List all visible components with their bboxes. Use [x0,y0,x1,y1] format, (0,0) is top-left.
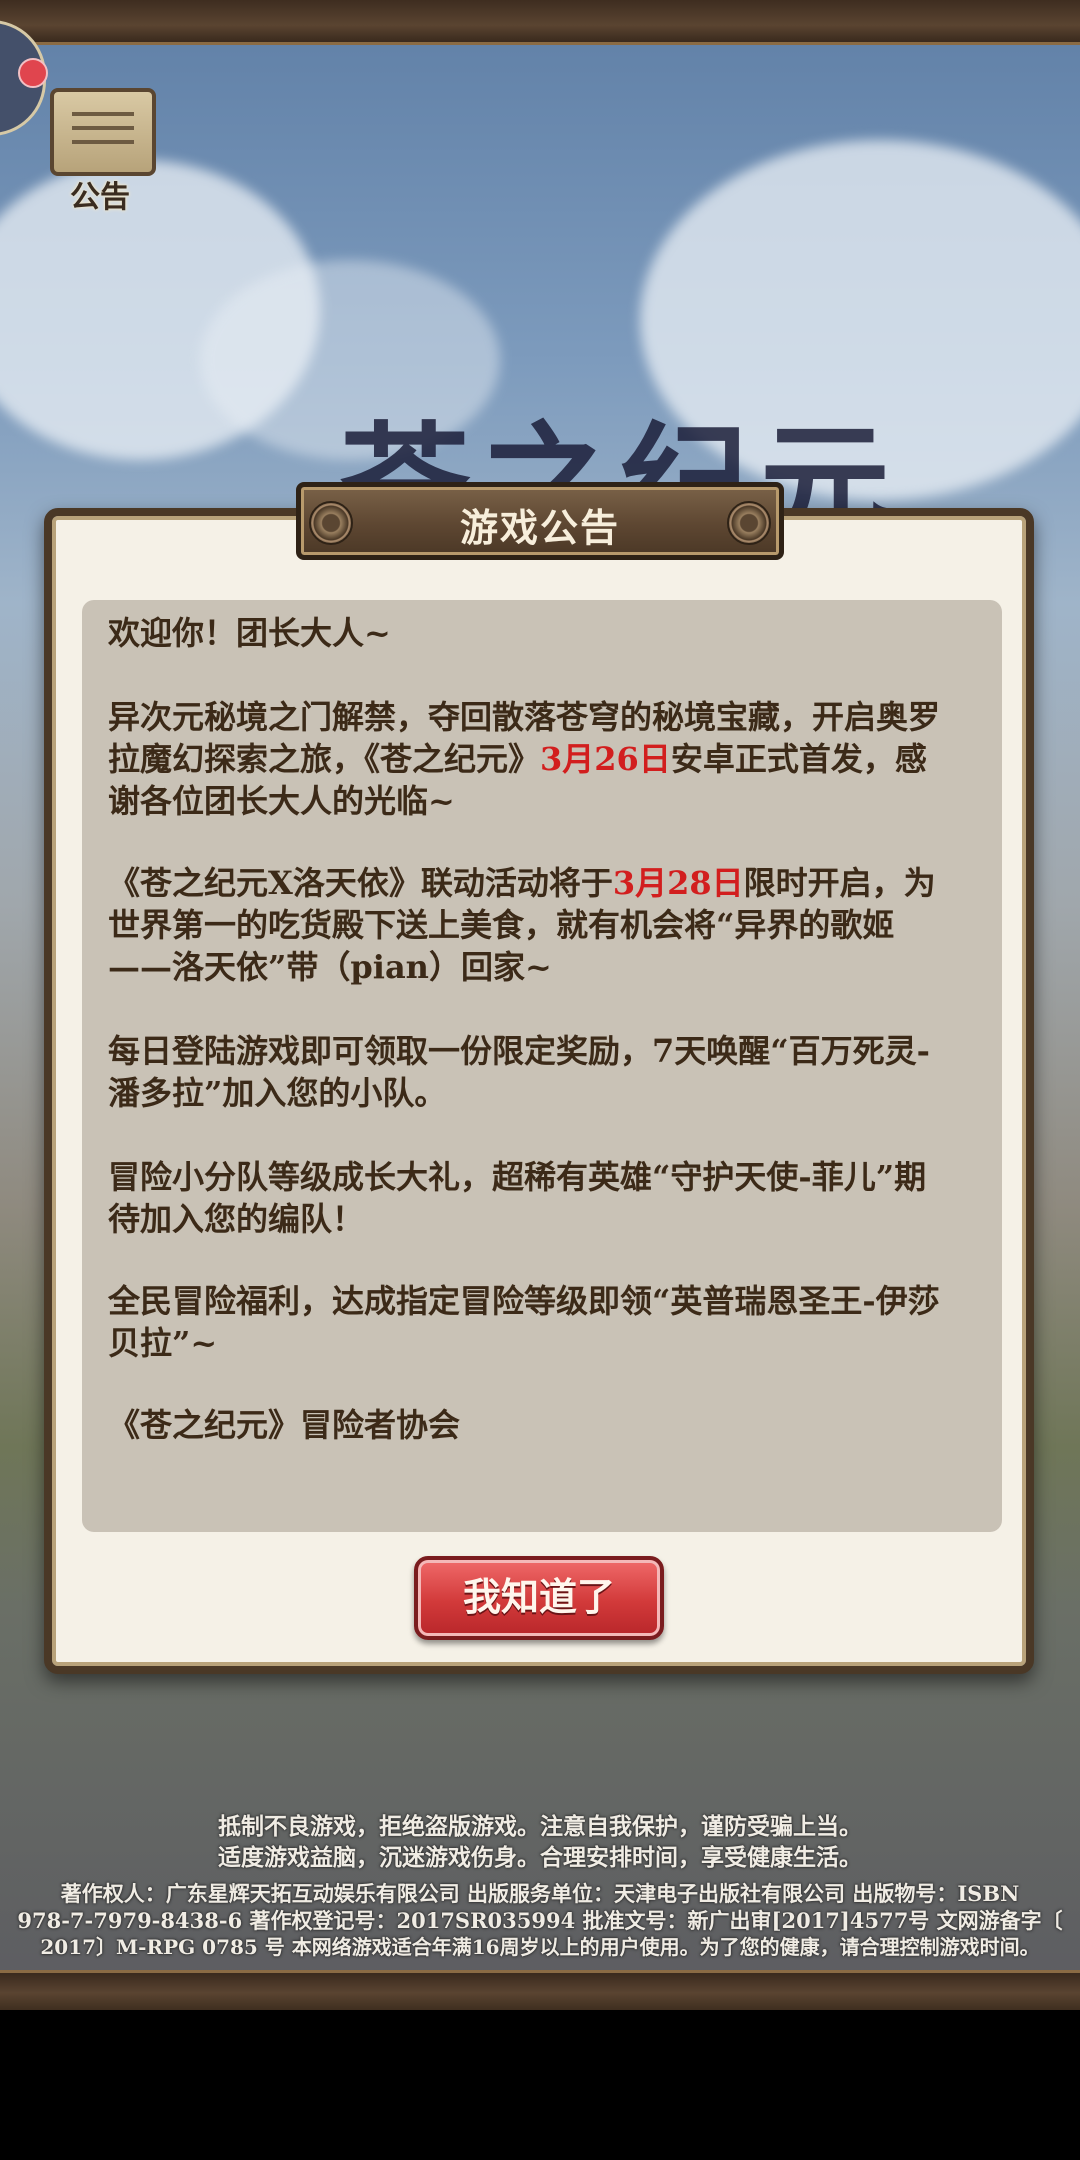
bottom-frame [0,1970,1080,2010]
dialog-title-banner: 游戏公告 [296,482,784,560]
announcement-paragraph: 异次元秘境之门解禁，夺回散落苍穹的秘境宝藏，开启奥罗拉魔幻探索之旅，《苍之纪元》… [108,696,958,822]
notification-dot [18,58,48,88]
scroll-icon [50,88,156,176]
footer-text: 978-7-7979-8438-6 著作权登记号：2017SR035994 批准… [17,1908,1063,1933]
announcement-signature: 《苍之纪元》冒险者协会 [108,1406,461,1444]
paragraph-text: 《苍之纪元X洛天依》联动活动将于 [108,864,613,902]
game-screen: 苍之纪元 公告 游戏公告 欢迎你！团长大人~ 异次元秘境之门解禁，夺回散落苍穹的… [0,0,1080,2010]
dialog-title: 游戏公告 [459,505,620,550]
top-frame [0,0,1080,45]
letterbox-area [0,2010,1080,2160]
footer-text: 抵制不良游戏，拒绝盗版游戏。注意自我保护，谨防受骗上当。 [218,1813,862,1840]
highlight-date: 3月28日 [612,864,744,902]
announcement-paragraph: 全民冒险福利，达成指定冒险等级即领“英普瑞恩圣王-伊莎贝拉”~ [108,1282,940,1362]
footer-text: 2017〕M-RPG 0785 号 本网络游戏适合年满16周岁以上的用户使用。为… [40,1935,1040,1959]
announcement-paragraph: 每日登陆游戏即可领取一份限定奖励，7天唤醒“百万死灵-潘多拉”加入您的小队。 [108,1032,930,1112]
footer-text: 著作权人：广东星辉天拓互动娱乐有限公司 出版服务单位：天津电子出版社有限公司 出… [60,1881,1020,1906]
highlight-date: 3月26日 [540,740,671,778]
notice-button[interactable]: 公告 [44,88,156,215]
announcement-paragraph: 冒险小分队等级成长大礼，超稀有英雄“守护天使-菲儿”期待加入您的编队！ [108,1158,927,1238]
announcement-paragraph: 《苍之纪元X洛天依》联动活动将于3月28日限时开启，为世界第一的吃货殿下送上美食… [108,862,958,988]
notice-label: 公告 [70,180,130,215]
confirm-button[interactable]: 我知道了 [414,1556,664,1640]
footer-text: 适度游戏益脑，沉迷游戏伤身。合理安排时间，享受健康生活。 [218,1844,862,1871]
greeting-text: 欢迎你！团长大人~ [108,614,391,652]
